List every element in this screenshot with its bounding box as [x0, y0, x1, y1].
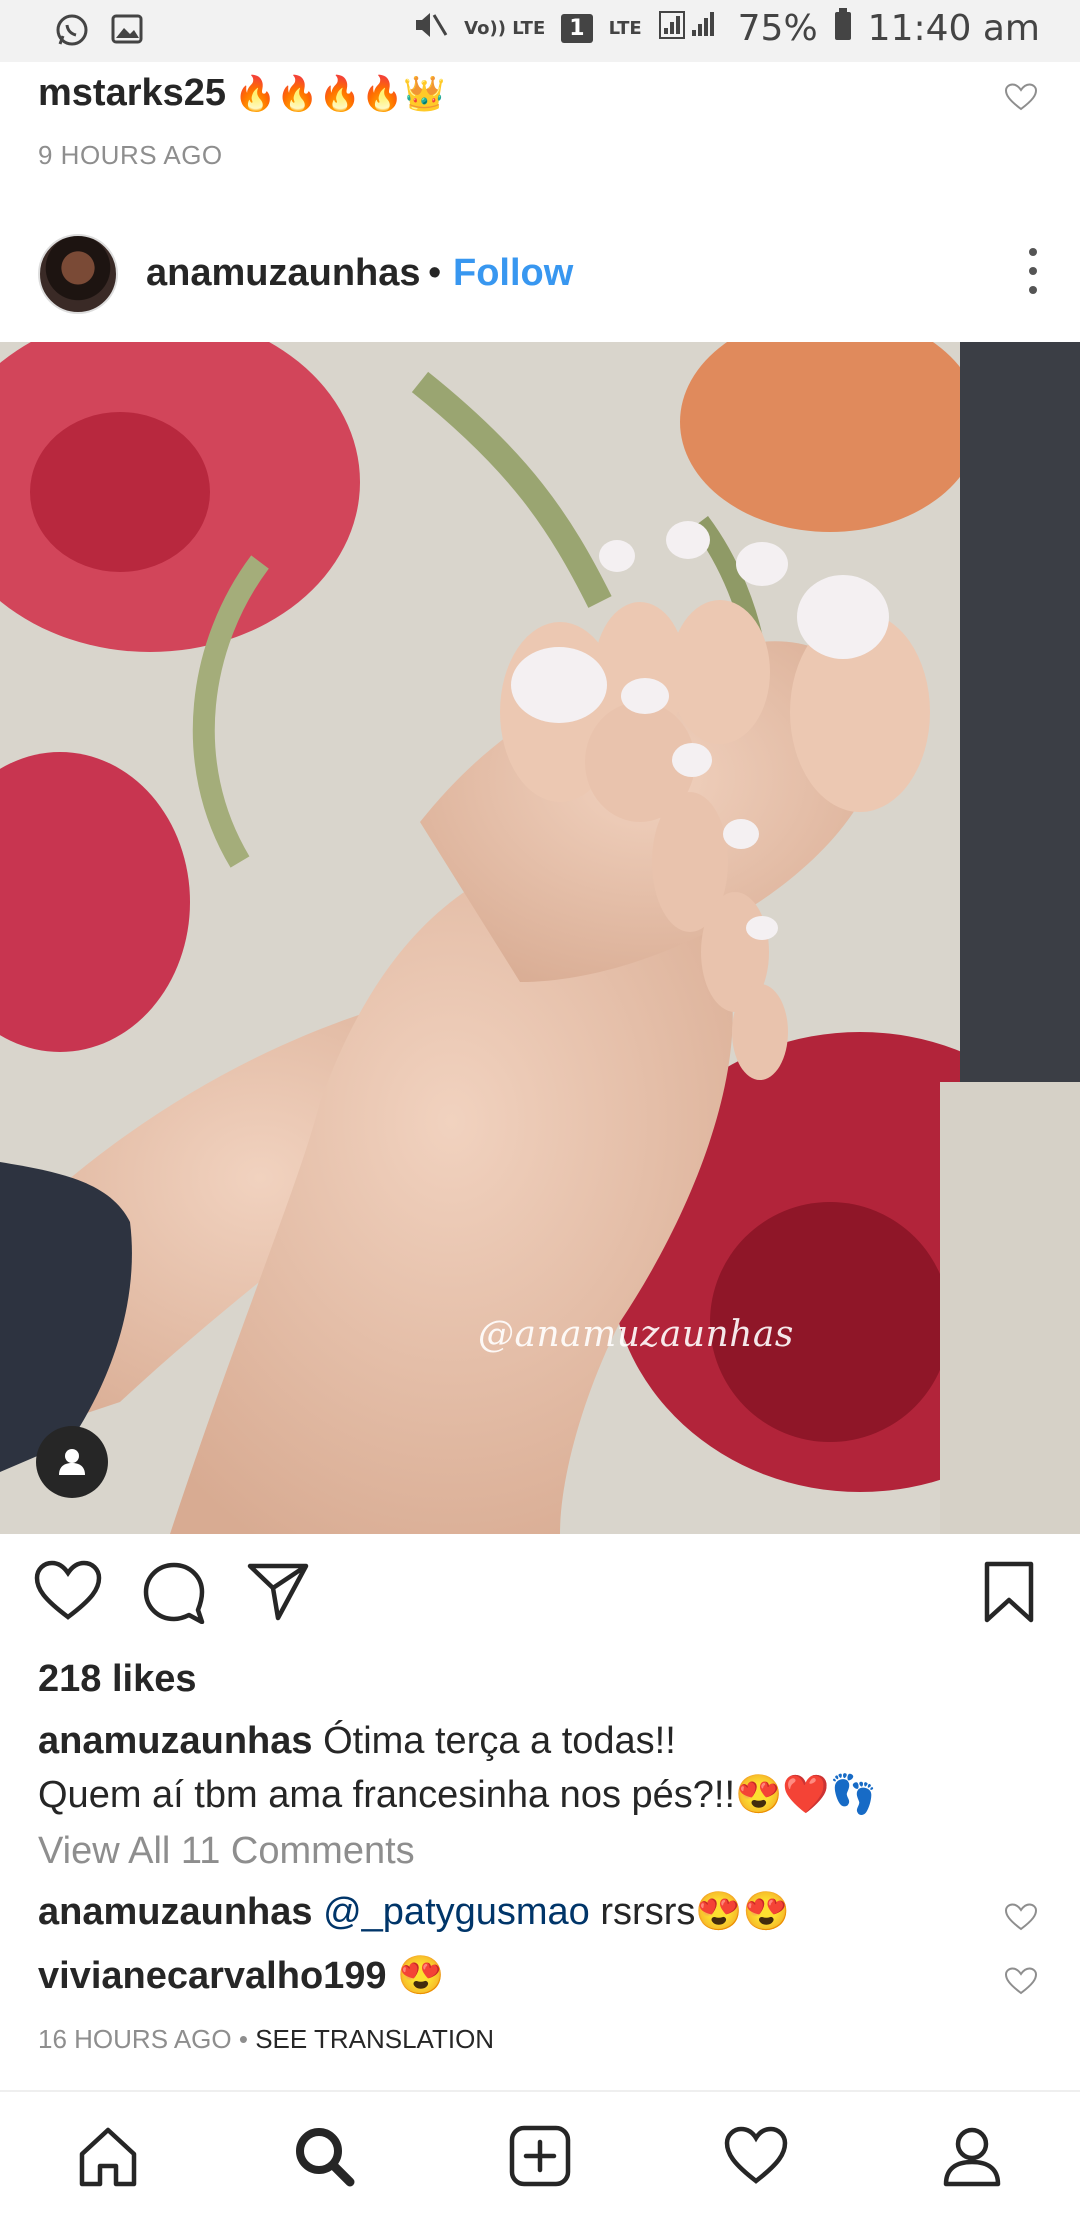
comment-like-heart-icon[interactable]	[1004, 1902, 1038, 1937]
post-image[interactable]: @anamuzaunhas	[0, 342, 1080, 1534]
comment-username[interactable]: anamuzaunhas	[38, 1891, 313, 1933]
previous-comment-time: 9 HOURS AGO	[38, 140, 223, 170]
gallery-icon	[110, 12, 144, 52]
profile-icon[interactable]	[932, 2116, 1012, 2196]
status-bar: Vo)) LTE 1 LTE 75% 11:40 am	[0, 0, 1080, 62]
volte-label: Vo)) LTE	[464, 17, 546, 39]
search-icon[interactable]	[284, 2116, 364, 2196]
whatsapp-icon	[54, 12, 90, 52]
bookmark-icon[interactable]	[982, 1560, 1036, 1629]
comment-like-heart-icon[interactable]	[1004, 82, 1038, 117]
comment-row: vivianecarvalho199 😍	[38, 1954, 444, 1998]
status-right-icons: Vo)) LTE 1 LTE 75% 11:40 am	[414, 8, 1040, 49]
likes-count[interactable]: 218 likes	[38, 1658, 196, 1701]
share-icon[interactable]	[246, 1560, 310, 1627]
previous-comment-user[interactable]: mstarks25	[38, 72, 226, 114]
follow-button[interactable]: Follow	[453, 252, 573, 295]
comment-text: 😍	[397, 1955, 445, 1997]
previous-comment-username[interactable]: mstarks25 🔥🔥🔥🔥👑	[38, 72, 446, 115]
caption-text-line-1: Ótima terça a todas!!	[323, 1720, 676, 1762]
home-icon[interactable]	[68, 2116, 148, 2196]
post-actions	[0, 1560, 1080, 1632]
caption-username[interactable]: anamuzaunhas	[38, 1720, 313, 1762]
comment-mention[interactable]: @_patygusmao	[323, 1891, 590, 1933]
comment-icon[interactable]	[142, 1560, 206, 1629]
view-all-comments-link[interactable]: View All 11 Comments	[38, 1830, 415, 1873]
battery-icon	[834, 8, 852, 49]
heart-icon[interactable]	[34, 1560, 102, 1627]
bottom-navigation	[0, 2092, 1080, 2220]
sim-indicator: 1	[561, 14, 593, 43]
status-left-icons	[54, 12, 144, 52]
caption-text-line-2: Quem aí tbm ama francesinha nos pés?!!😍❤…	[38, 1774, 877, 1816]
battery-percent: 75%	[737, 8, 818, 49]
comment-like-heart-icon[interactable]	[1004, 1966, 1038, 2001]
lte-label: LTE	[608, 17, 642, 39]
comment-row: anamuzaunhas @_patygusmao rsrsrs😍😍	[38, 1890, 790, 1934]
comment-text: rsrsrs😍😍	[600, 1891, 790, 1933]
previous-comment-emoji: 🔥🔥🔥🔥👑	[234, 75, 446, 113]
mute-icon	[414, 8, 448, 49]
post-image-illustration	[0, 342, 1080, 1534]
image-watermark: @anamuzaunhas	[478, 1314, 794, 1355]
activity-icon[interactable]	[716, 2116, 796, 2196]
post-username[interactable]: anamuzaunhas	[146, 252, 421, 295]
avatar[interactable]	[38, 234, 118, 314]
signal-icon	[658, 8, 722, 49]
post-caption: anamuzaunhas Ótima terça a todas!! Quem …	[38, 1714, 1038, 1822]
tagged-users-icon[interactable]	[36, 1426, 108, 1498]
clock: 11:40 am	[867, 8, 1040, 49]
username-separator: •	[428, 252, 442, 294]
more-options-icon[interactable]	[1026, 248, 1040, 294]
post-time: 16 HOURS AGO	[38, 2024, 232, 2054]
post-meta: 16 HOURS AGO • SEE TRANSLATION	[38, 2024, 494, 2055]
meta-separator: •	[238, 2024, 248, 2054]
comment-username[interactable]: vivianecarvalho199	[38, 1955, 387, 1997]
add-icon[interactable]	[500, 2116, 580, 2196]
see-translation-link[interactable]: SEE TRANSLATION	[255, 2024, 494, 2054]
